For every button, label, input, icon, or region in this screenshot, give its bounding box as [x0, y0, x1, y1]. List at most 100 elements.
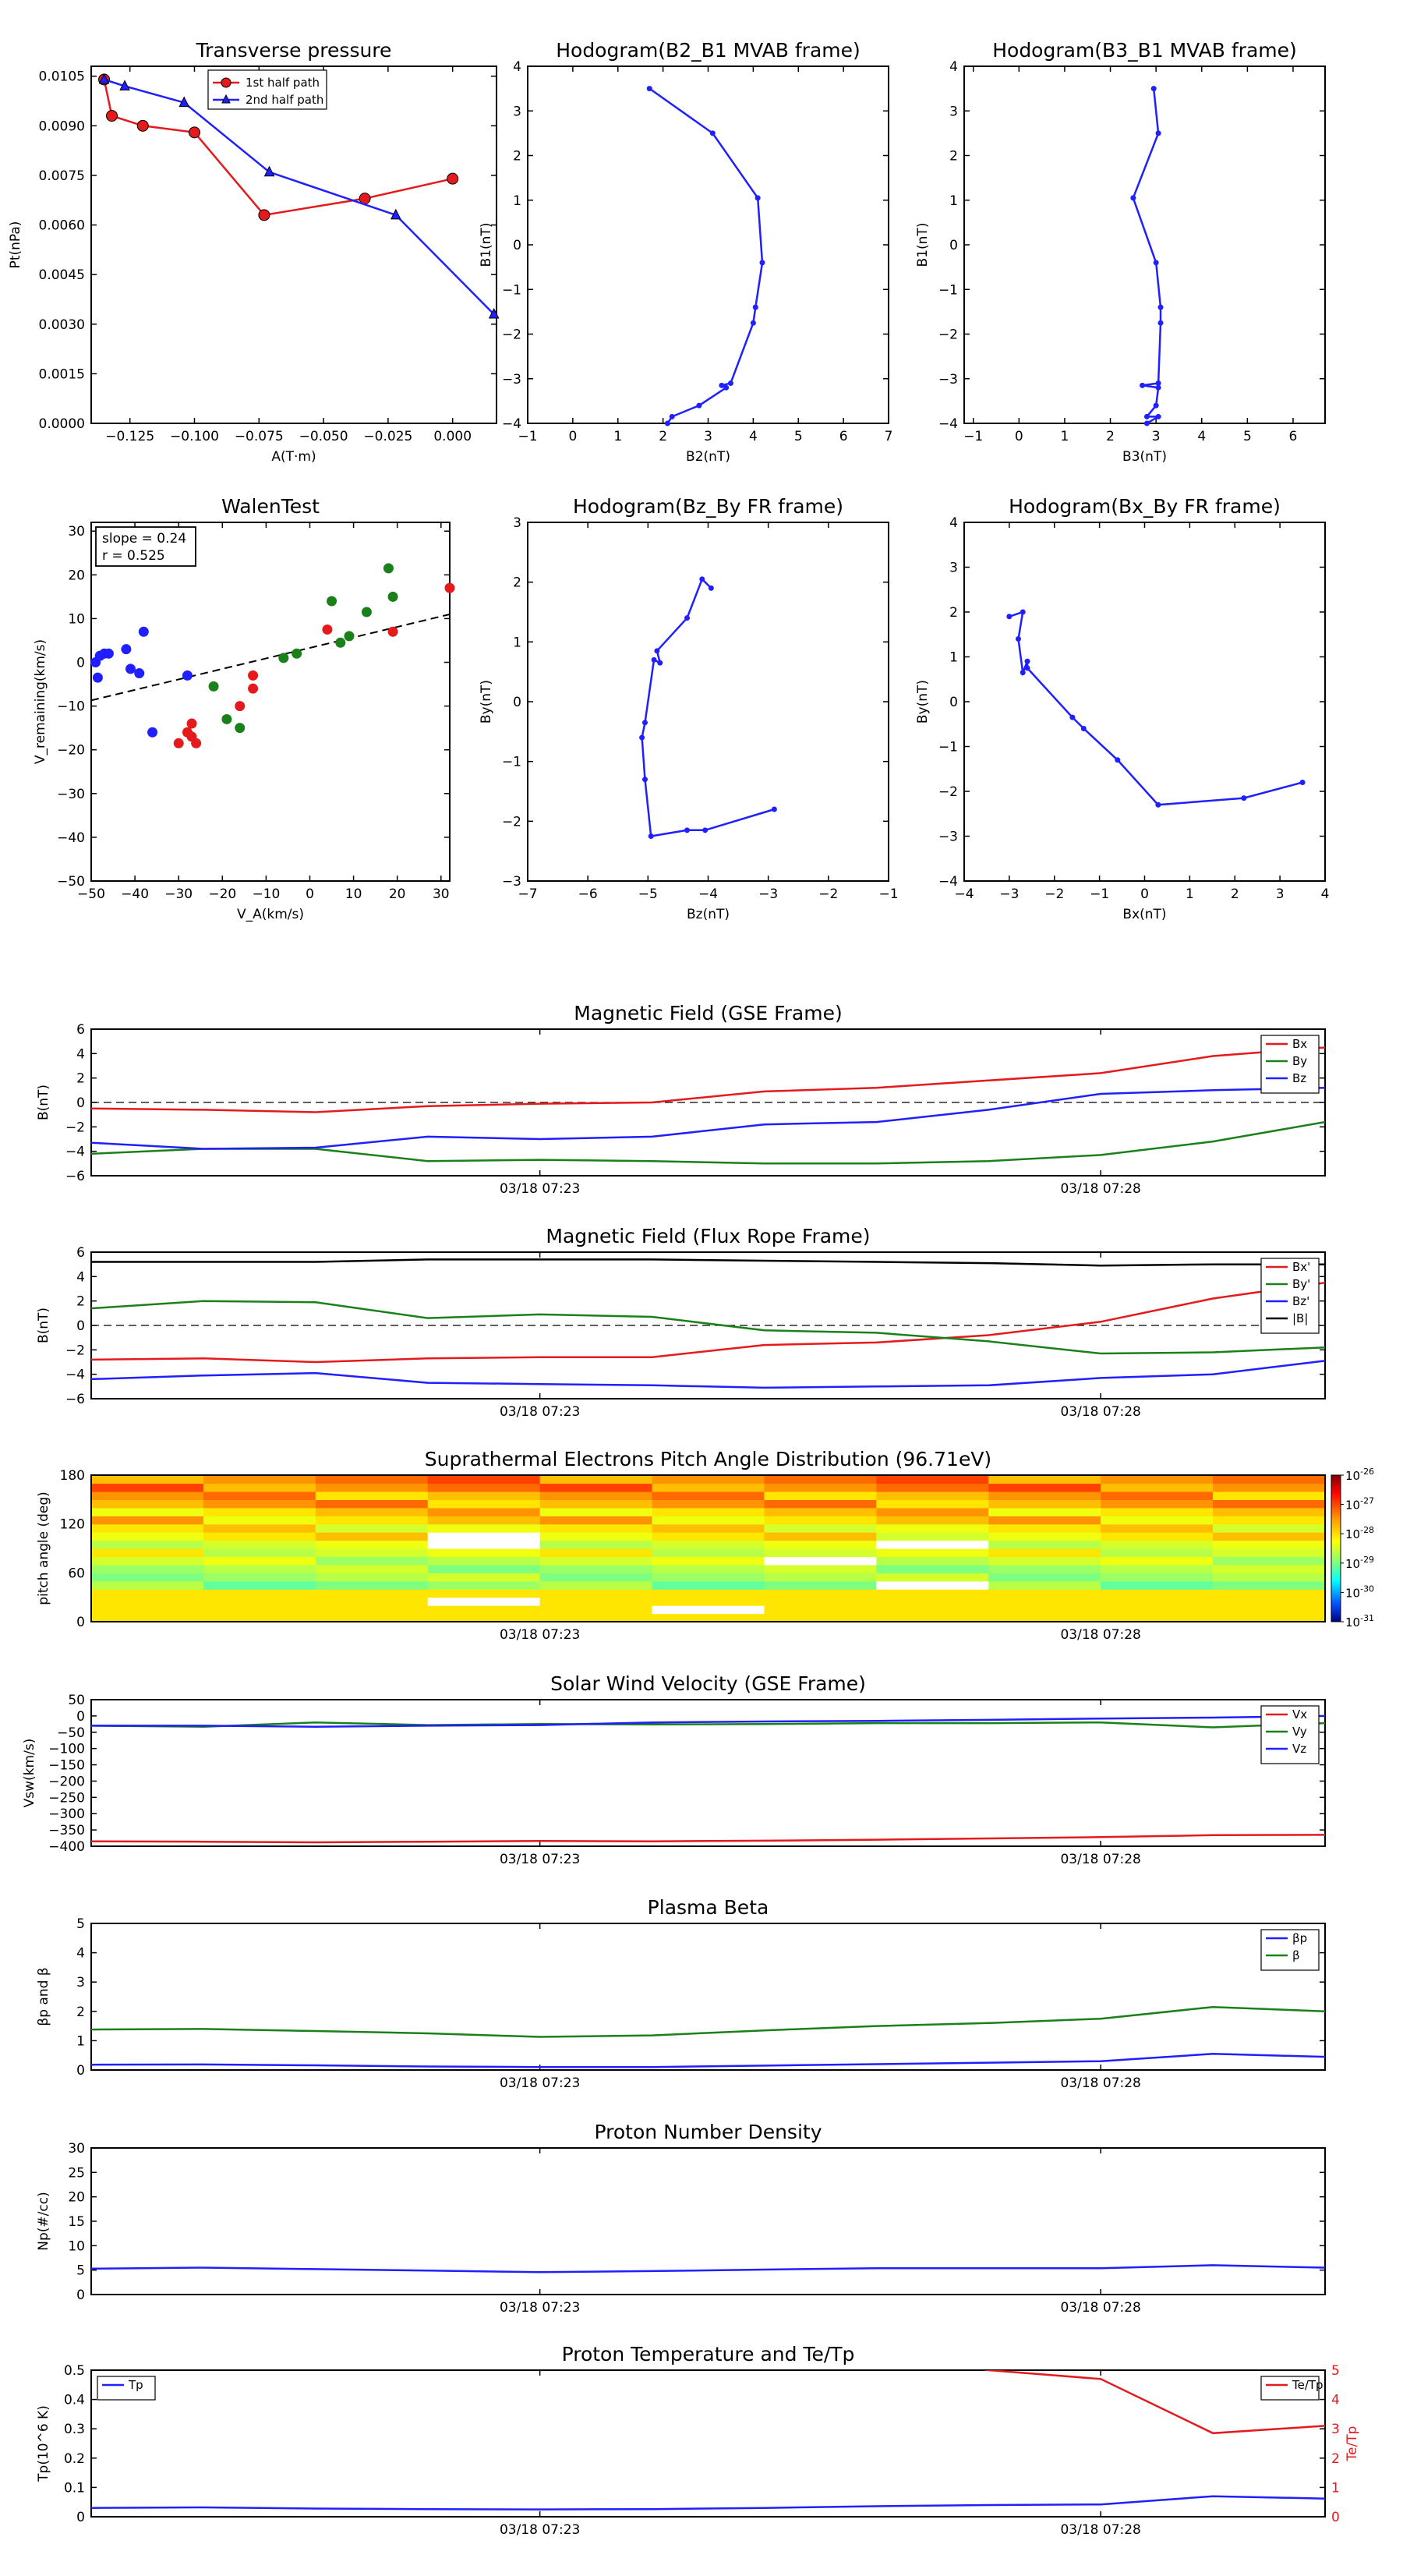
x-axis-label: V_A(km/s) [237, 907, 304, 922]
data-point [696, 402, 702, 409]
heatmap-cell [876, 1556, 989, 1566]
y-tick-label: 4 [76, 1269, 85, 1285]
x-tick-label: 0.000 [433, 429, 472, 444]
heatmap-cell [988, 1589, 1101, 1598]
heatmap-cell [1213, 1589, 1326, 1598]
y-right-tick-label: 1 [1331, 2480, 1340, 2496]
heatmap-cell [764, 1573, 877, 1582]
x-tick-label: −0.075 [235, 429, 284, 444]
heatmap-cell [1213, 1605, 1326, 1615]
heatmap-cell [652, 1548, 765, 1558]
heatmap-cell [876, 1540, 989, 1549]
series-line [91, 2264, 1325, 2273]
heatmap-cell [427, 1556, 541, 1566]
legend-label: Bz' [1292, 1294, 1309, 1308]
heatmap-cell [1101, 1532, 1214, 1541]
x-tick-label: 20 [389, 886, 406, 902]
heatmap-cell [315, 1540, 429, 1549]
scatter-point [383, 563, 394, 574]
heatmap-cell [876, 1499, 989, 1509]
heatmap-cell [539, 1548, 653, 1558]
x-tick-label: −0.050 [299, 429, 348, 444]
y-tick-label: 60 [68, 1566, 85, 1581]
heatmap-cell [427, 1475, 541, 1484]
chart-proton_temperature: Proton Temperature and Te/Tp 0 0.1 0.2 0.3 0.… [36, 2343, 1360, 2538]
y-tick-label: 0.0045 [39, 267, 85, 283]
heatmap-cell [876, 1483, 989, 1492]
heatmap-cell [315, 1475, 429, 1484]
y-tick-label: −1 [502, 755, 521, 770]
heatmap-cell [203, 1573, 316, 1582]
x-tick-label: 2 [659, 429, 667, 444]
heatmap-cell [427, 1507, 541, 1516]
y-tick-label: 0 [76, 1615, 85, 1630]
heatmap-cell [1213, 1573, 1326, 1582]
y-axis-label: βp and β [36, 1967, 51, 2026]
y-tick-label: −6 [65, 1392, 85, 1407]
x-tick-label: 10 [345, 886, 362, 902]
series-line [1009, 610, 1303, 806]
y-tick-label: 0.0105 [39, 69, 85, 85]
x-tick-label: −1 [1090, 886, 1109, 902]
data-point [752, 304, 758, 310]
heatmap-cell [652, 1499, 765, 1509]
heatmap-cell [539, 1483, 653, 1492]
x-tick-label: 5 [794, 429, 803, 444]
y-tick-label: 0.0030 [39, 317, 85, 333]
y-tick-label: 0 [76, 2510, 85, 2525]
x-axis-label: Bz(nT) [687, 907, 730, 922]
y-tick-label: 5 [76, 2263, 85, 2279]
data-point [1155, 384, 1161, 391]
heatmap-cell [315, 1597, 429, 1606]
heatmap-cell [988, 1597, 1101, 1606]
heatmap-cell [988, 1491, 1101, 1500]
x-tick-label: 6 [839, 429, 848, 444]
series-line [91, 1834, 1325, 1844]
data-point [771, 806, 777, 812]
heatmap-cell [652, 1507, 765, 1516]
chart-mag_gse: Magnetic Field (GSE Frame) −6 −4 −2 0 2 4 6 03/1… [36, 1002, 1326, 1197]
heatmap-cell [988, 1580, 1101, 1590]
scatter-point [322, 624, 333, 635]
scatter-point [387, 591, 398, 602]
heatmap-cell [427, 1540, 541, 1549]
heatmap-cell [1213, 1548, 1326, 1558]
heatmap-cell [315, 1589, 429, 1598]
y-tick-label: −1 [502, 282, 521, 298]
y-tick-label: −4 [938, 416, 958, 432]
y-tick-label: 4 [76, 1946, 85, 1962]
plot-frame [963, 65, 1326, 424]
y-tick-label: 2 [76, 2005, 85, 2020]
heatmap-cell [1213, 1507, 1326, 1516]
heatmap-cell [876, 1613, 989, 1622]
y-tick-label: 1 [949, 193, 958, 209]
data-point [1020, 609, 1026, 615]
data-point [1150, 86, 1157, 92]
series-line [91, 1258, 1325, 1267]
y-tick-label: 30 [68, 524, 85, 540]
heatmap-cell [652, 1573, 765, 1582]
x-tick-label: 4 [749, 429, 758, 444]
scatter-point [444, 582, 455, 593]
heatmap-cell [315, 1532, 429, 1541]
plot-frame [527, 522, 889, 882]
legend-label: 1st half path [246, 76, 320, 90]
heatmap-cell [91, 1556, 204, 1566]
colorbar [1331, 1474, 1341, 1622]
chart-proton_density: Proton Number Density 0 5 10 15 20 25 30 03/18 0… [36, 2121, 1326, 2316]
heatmap-cell [876, 1589, 989, 1598]
scatter-point [221, 713, 232, 724]
panel-title: Suprathermal Electrons Pitch Angle Distr… [425, 1448, 991, 1470]
y-tick-label: 50 [68, 1693, 85, 1708]
y-tick-label: 5 [76, 1916, 85, 1932]
y-tick-label: 4 [76, 1046, 85, 1062]
x-tick-label: 5 [1243, 429, 1252, 444]
heatmap-cell [203, 1523, 316, 1533]
data-point [639, 734, 645, 741]
scatter-point [138, 626, 149, 637]
series-line [91, 1120, 1325, 1165]
heatmap-cell [315, 1499, 429, 1509]
heatmap-cell [315, 1564, 429, 1573]
data-point [708, 585, 714, 591]
y-right-tick-label: 4 [1331, 2393, 1340, 2408]
